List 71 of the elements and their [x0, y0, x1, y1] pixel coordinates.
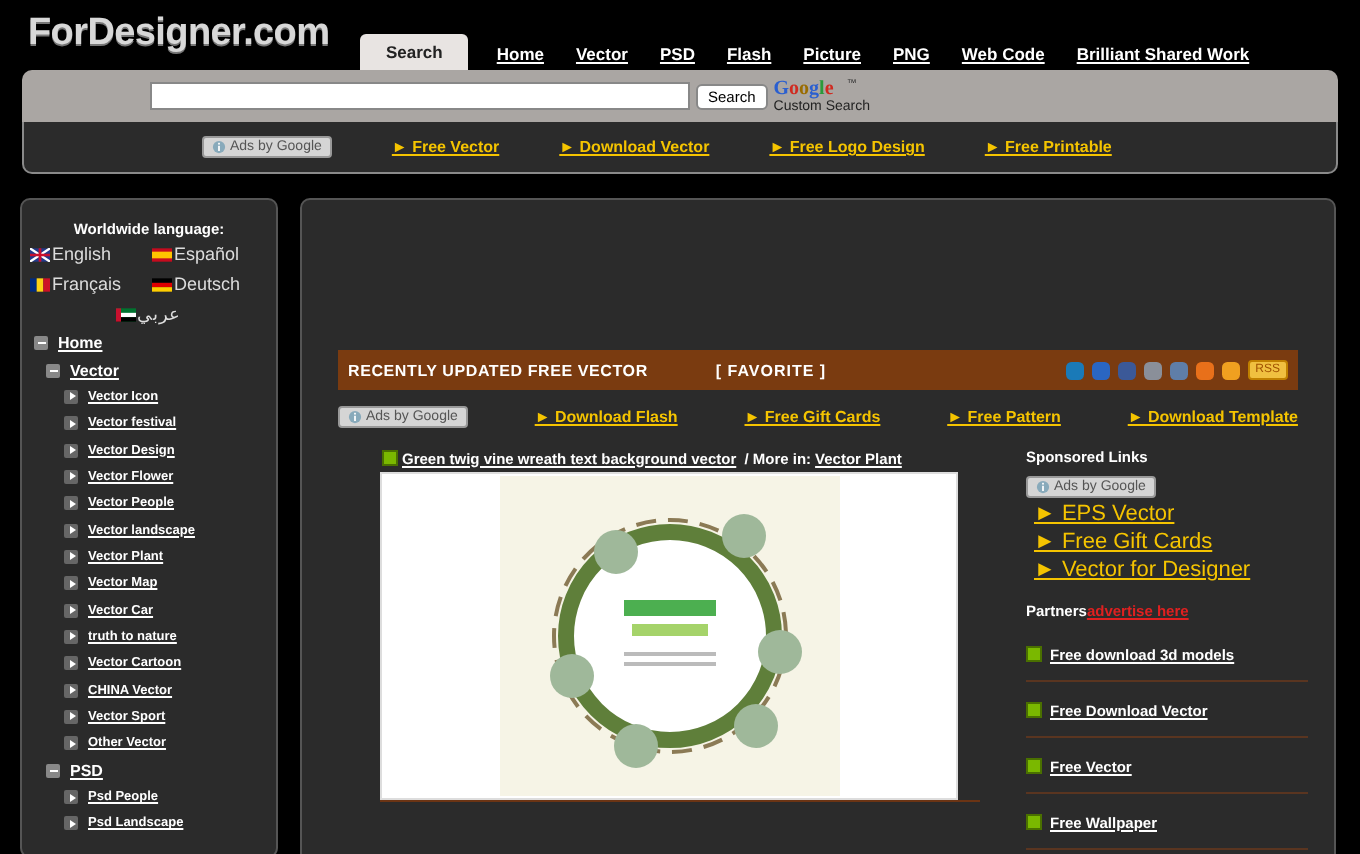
flag-icon [115, 307, 135, 321]
ad-link[interactable]: ► Download Flash [534, 408, 678, 426]
collapse-icon[interactable] [34, 336, 48, 351]
google-logo: Google [773, 79, 836, 99]
arrow-icon [64, 736, 78, 751]
search-field[interactable] [150, 82, 690, 110]
bullet-icon [382, 450, 398, 466]
ad-link[interactable]: ► Vector for Designer [1034, 558, 1251, 582]
language-name: Deutsch [174, 274, 241, 294]
arrow-icon [64, 629, 78, 644]
ad-link[interactable]: ► Free Logo Design [769, 138, 925, 156]
nav-tab[interactable]: Home [496, 38, 544, 70]
ad-link[interactable]: ► EPS Vector [1034, 502, 1175, 526]
nav-tab[interactable]: Vector [575, 38, 628, 70]
arrow-icon [64, 656, 78, 671]
language-link[interactable]: English [30, 244, 142, 264]
ad-link[interactable]: ► Download Vector [559, 138, 710, 156]
arrow-icon [64, 603, 78, 618]
language-link[interactable]: Français [30, 274, 142, 294]
ad-link[interactable]: ► Free Pattern [947, 408, 1061, 426]
arrow-icon [64, 443, 78, 458]
language-name: Français [52, 274, 122, 294]
nav-tab[interactable]: Brilliant Shared Work [1076, 38, 1250, 70]
nav-tab[interactable]: Flash [726, 38, 772, 70]
arrow-icon [64, 816, 78, 831]
category-link[interactable]: PSD [70, 761, 103, 780]
bullet-icon [1026, 814, 1042, 830]
bullet-icon [1026, 758, 1042, 774]
preview-image[interactable] [380, 472, 958, 800]
arrow-icon [64, 469, 78, 484]
nav-tab[interactable]: PNG [893, 38, 930, 70]
section-title: RECENTLY UPDATED FREE VECTOR [348, 361, 648, 379]
ad-link[interactable]: ► Free Gift Cards [744, 408, 881, 426]
language-name: عربي [137, 304, 179, 324]
ad-link[interactable]: ► Free Vector [391, 138, 500, 156]
category-link[interactable]: Vector [70, 361, 119, 380]
arrow-icon [64, 790, 78, 805]
arrow-icon [64, 523, 78, 538]
favorite-link[interactable]: [ FAVORITE ] [715, 361, 827, 379]
info-icon [212, 140, 226, 154]
info-icon [348, 410, 362, 424]
collapse-icon[interactable] [46, 363, 60, 378]
info-icon [1036, 480, 1050, 494]
nav-tab[interactable]: Picture [803, 38, 861, 70]
flag-icon [30, 277, 50, 291]
ad-link[interactable]: ► Free Gift Cards [1034, 530, 1213, 554]
bullet-icon [1026, 702, 1042, 718]
collapse-icon[interactable] [46, 763, 60, 778]
nav-tab[interactable]: PSD [659, 38, 695, 70]
arrow-icon [64, 576, 78, 591]
ad-link[interactable]: ► Free Printable [984, 138, 1112, 156]
bullet-icon [1026, 646, 1042, 662]
flag-icon [152, 247, 172, 261]
category-link[interactable]: Home [58, 334, 103, 353]
arrow-icon [64, 389, 78, 404]
arrow-icon [64, 496, 78, 511]
site-logo[interactable]: ForDesigner.com [28, 12, 360, 56]
ad-link[interactable]: ► Download Template [1127, 408, 1298, 426]
language-link[interactable]: عربي [30, 304, 264, 324]
nav-tab[interactable]: Web Code [961, 38, 1045, 70]
nav-tab[interactable]: Search [360, 34, 469, 70]
language-name: English [52, 244, 112, 264]
language-link[interactable]: Español [152, 244, 264, 264]
flag-icon [152, 277, 172, 291]
arrow-icon [64, 416, 78, 431]
arrow-icon [64, 683, 78, 698]
arrow-icon [64, 709, 78, 724]
language-link[interactable]: Deutsch [152, 274, 264, 294]
language-name: Español [174, 244, 240, 264]
arrow-icon [64, 549, 78, 564]
flag-icon [30, 247, 50, 261]
